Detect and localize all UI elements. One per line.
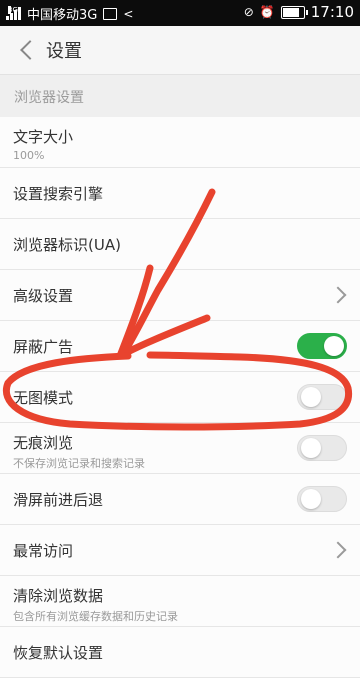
setting-label: 无痕浏览 [13,434,74,452]
setting-advanced[interactable]: 高级设置 [0,270,360,321]
network-type-label: 3G [8,6,18,14]
alarm-icon: ⏰ [259,5,275,19]
back-icon[interactable] [18,41,36,59]
setting-label: 无图模式 [13,389,74,407]
setting-search-engine[interactable]: 设置搜索引擎 [0,168,360,219]
toggle-knob [301,387,321,407]
ad-block-toggle[interactable] [297,333,347,359]
toggle-knob [301,438,321,458]
setting-label: 屏蔽广告 [13,338,74,356]
swipe-navigation-toggle[interactable] [297,486,347,512]
setting-restore-defaults[interactable]: 恢复默认设置 [0,627,360,678]
setting-clear-data[interactable]: 清除浏览数据 包含所有浏览缓存数据和历史记录 [0,576,360,627]
status-bar: 3G 中国移动3G < ⊘ ⏰ 17:10 [0,0,360,26]
mute-icon: ⊘ [243,5,254,19]
section-header: 浏览器设置 [0,75,360,117]
setting-label: 清除浏览数据 [13,587,104,605]
setting-label: 滑屏前进后退 [13,491,104,509]
setting-label: 设置搜索引擎 [13,185,104,203]
carrier-label: 中国移动3G [27,8,98,23]
chevron-right-icon [329,541,347,559]
setting-label: 最常访问 [13,542,74,560]
app-header: 设置 [0,26,360,75]
setting-description: 不保存浏览记录和搜索记录 [13,457,145,470]
battery-icon [280,5,308,19]
setting-label: 恢复默认设置 [13,644,104,662]
signal-icon: 3G [6,6,21,20]
setting-ad-block[interactable]: 屏蔽广告 [0,321,360,372]
clock: 17:10 [310,3,354,21]
no-image-mode-toggle[interactable] [297,384,347,410]
settings-list: 文字大小 100% 设置搜索引擎 浏览器标识(UA) 高级设置 屏蔽广告 无图模… [0,117,360,678]
share-icon: < [123,6,134,21]
setting-value: 100% [13,149,45,162]
setting-incognito[interactable]: 无痕浏览 不保存浏览记录和搜索记录 [0,423,360,474]
setting-most-visited[interactable]: 最常访问 [0,525,360,576]
setting-label: 文字大小 [13,128,74,146]
image-icon [103,7,118,20]
setting-description: 包含所有浏览缓存数据和历史记录 [13,610,178,623]
toggle-knob [301,489,321,509]
setting-label: 浏览器标识(UA) [13,236,121,254]
toggle-knob [324,336,344,356]
section-label: 浏览器设置 [14,90,84,106]
setting-swipe-navigation[interactable]: 滑屏前进后退 [0,474,360,525]
chevron-right-icon [329,286,347,304]
setting-user-agent[interactable]: 浏览器标识(UA) [0,219,360,270]
setting-text-size[interactable]: 文字大小 100% [0,117,360,168]
setting-no-image-mode[interactable]: 无图模式 [0,372,360,423]
page-title: 设置 [46,41,82,62]
setting-label: 高级设置 [13,287,74,305]
incognito-toggle[interactable] [297,435,347,461]
